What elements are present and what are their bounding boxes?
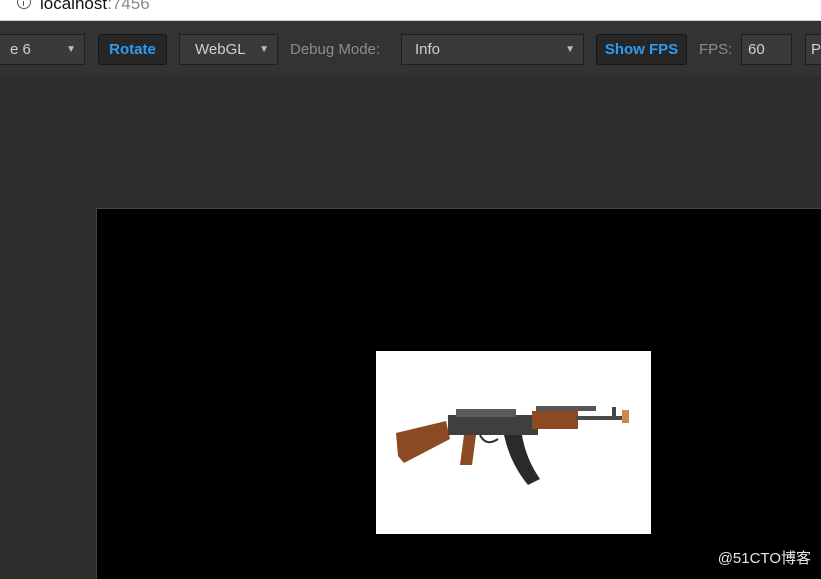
device-select[interactable]: e 6 ▼: [0, 34, 85, 65]
watermark-text: @51CTO博客: [717, 550, 811, 567]
address-bar[interactable]: localhost:7456: [0, 0, 821, 21]
rifle-graphic: [396, 406, 629, 485]
debug-mode-select[interactable]: Info ▼: [401, 34, 584, 65]
rifle-trigger-guard: [479, 434, 499, 444]
rifle-top-cover: [456, 409, 516, 417]
chevron-down-icon: ▼: [259, 44, 269, 55]
renderer-select-value: WebGL: [195, 41, 246, 58]
cut-off-button[interactable]: P: [805, 34, 821, 65]
chevron-down-icon: ▼: [565, 44, 575, 55]
rifle-receiver: [448, 415, 538, 435]
rifle-magazine: [504, 435, 540, 485]
rifle-image: [376, 351, 651, 534]
device-select-value: e 6: [10, 41, 31, 58]
rifle-barrel: [576, 416, 628, 420]
fps-input[interactable]: 60: [741, 34, 792, 65]
rifle-muzzle: [622, 410, 629, 423]
url-host: localhost: [40, 0, 108, 13]
rifle-stock: [396, 421, 450, 463]
chevron-down-icon: ▼: [66, 44, 76, 55]
info-icon[interactable]: [17, 0, 31, 9]
debug-mode-select-value: Info: [415, 41, 441, 58]
rotate-button[interactable]: Rotate: [98, 34, 167, 65]
url-port: :7456: [107, 0, 150, 13]
rifle-front-sight: [612, 407, 616, 416]
rifle-grip: [460, 435, 476, 465]
show-fps-button[interactable]: Show FPS: [596, 34, 687, 65]
fps-label: FPS:: [699, 41, 733, 58]
debug-mode-label: Debug Mode:: [290, 41, 381, 58]
rifle-handguard: [532, 411, 578, 429]
preview-toolbar: e 6 ▼ Rotate WebGL ▼ Debug Mode: Info ▼ …: [0, 21, 821, 76]
url-text[interactable]: localhost:7456: [40, 0, 150, 14]
rifle-gas-tube: [536, 406, 596, 411]
renderer-select[interactable]: WebGL ▼: [179, 34, 278, 65]
